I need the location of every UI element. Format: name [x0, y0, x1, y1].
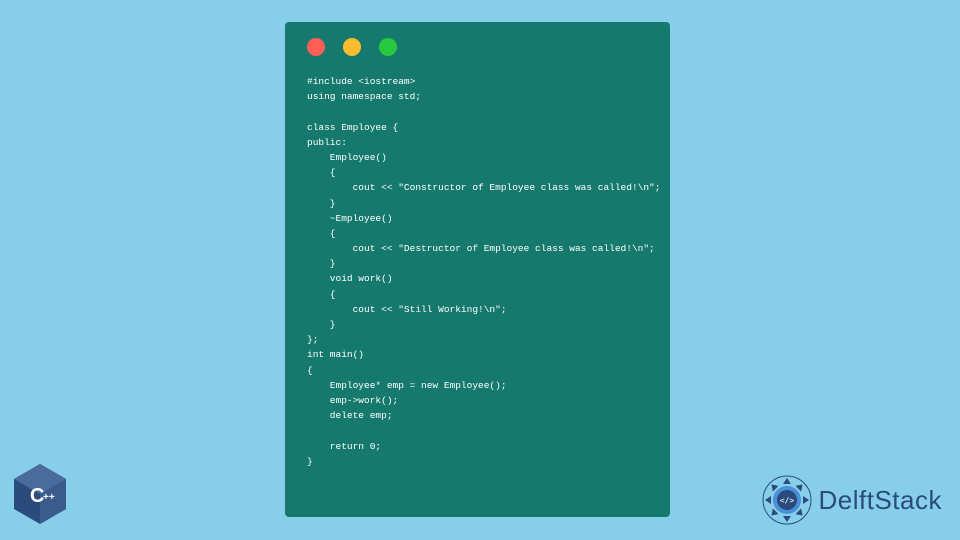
delftstack-emblem-icon: </> [761, 474, 813, 526]
minimize-icon [343, 38, 361, 56]
code-window: #include <iostream> using namespace std;… [285, 22, 670, 517]
window-controls [307, 38, 648, 56]
delftstack-logo: </> DelftStack [761, 474, 943, 526]
code-content: #include <iostream> using namespace std;… [307, 74, 648, 469]
svg-text:</>: </> [779, 496, 794, 505]
close-icon [307, 38, 325, 56]
delftstack-name: DelftStack [819, 485, 943, 516]
svg-text:++: ++ [43, 492, 55, 503]
maximize-icon [379, 38, 397, 56]
cpp-badge-icon: C ++ [10, 462, 70, 530]
